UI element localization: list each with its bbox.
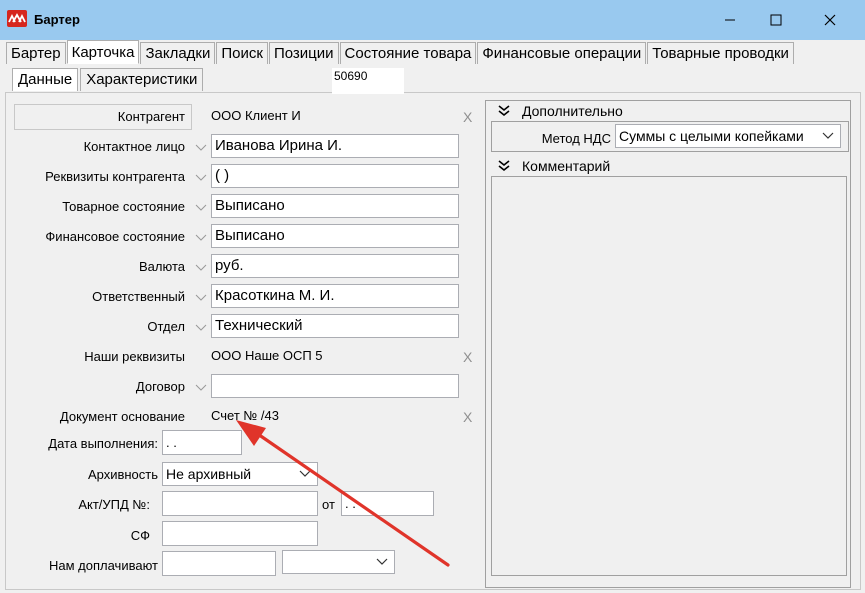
annotation-arrow [236, 420, 450, 567]
